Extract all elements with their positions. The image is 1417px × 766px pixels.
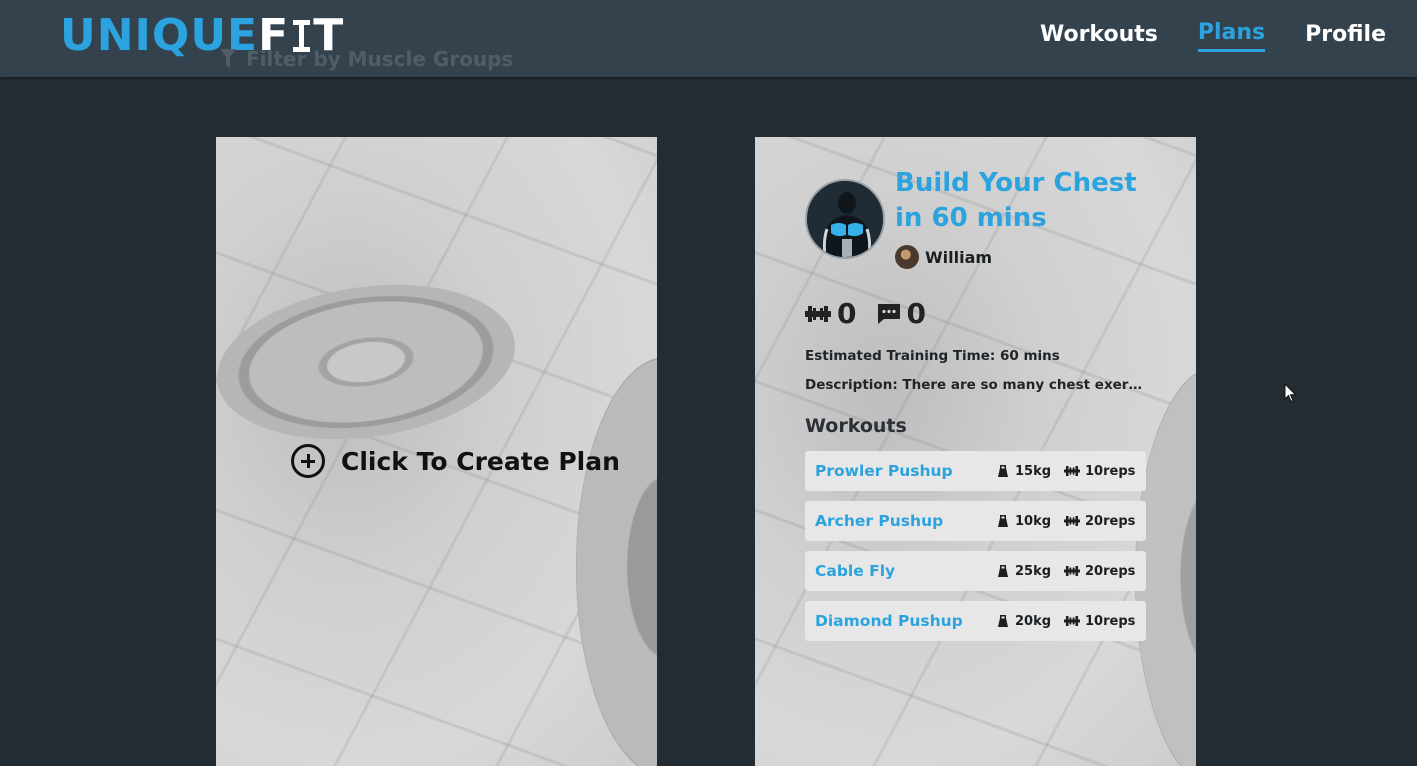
muscle-group-filter[interactable]: Filter by Muscle Groups [220, 47, 513, 71]
top-nav-bar: UNIQUE F T Workouts Plans Profile [0, 0, 1417, 77]
comment-count-stat: 0 [878, 297, 926, 330]
mouse-cursor-icon [1284, 383, 1297, 403]
dumbbell-icon [1064, 516, 1080, 526]
comment-icon [878, 303, 901, 324]
plan-description: Description: There are so many chest exe… [805, 377, 1143, 393]
workout-row[interactable]: Archer Pushup 10kg 20reps [805, 501, 1146, 541]
create-plan-label: Click To Create Plan [341, 446, 620, 476]
avatar [895, 245, 919, 269]
plan-title[interactable]: Build Your Chest in 60 mins [895, 166, 1155, 236]
workout-list: Prowler Pushup 15kg 10reps Archer Pushup… [805, 451, 1146, 651]
workout-row[interactable]: Prowler Pushup 15kg 10reps [805, 451, 1146, 491]
estimated-training-time: Estimated Training Time: 60 mins [805, 348, 1060, 364]
workout-count: 0 [837, 297, 857, 330]
workouts-heading: Workouts [805, 415, 907, 437]
plus-circle-icon [291, 444, 325, 478]
workout-name[interactable]: Cable Fly [815, 562, 996, 580]
author-name: William [925, 247, 993, 267]
create-plan-button[interactable]: Click To Create Plan [291, 444, 620, 478]
workout-reps: 20reps [1085, 513, 1136, 529]
plan-author[interactable]: William [895, 245, 992, 269]
dumbbell-icon [805, 305, 831, 322]
workout-row[interactable]: Cable Fly 25kg 20reps [805, 551, 1146, 591]
main-nav: Workouts Plans Profile [1040, 0, 1386, 77]
workout-weight: 20kg [1015, 613, 1052, 629]
weight-plate-image [576, 357, 657, 766]
workout-reps: 10reps [1085, 613, 1136, 629]
plan-stats: 0 0 [805, 297, 926, 330]
workout-weight: 10kg [1015, 513, 1052, 529]
plan-card[interactable]: Build Your Chest in 60 mins William 0 0 [755, 137, 1196, 766]
chest-muscle-thumbnail [805, 179, 885, 259]
kettlebell-icon [998, 565, 1008, 577]
workout-weight: 25kg [1015, 563, 1052, 579]
kettlebell-icon [998, 615, 1008, 627]
nav-workouts[interactable]: Workouts [1040, 22, 1158, 51]
nav-profile[interactable]: Profile [1305, 22, 1386, 51]
workout-reps: 20reps [1085, 563, 1136, 579]
workout-name[interactable]: Diamond Pushup [815, 612, 996, 630]
dumbbell-icon [1064, 466, 1080, 476]
weight-plate-image [216, 266, 525, 458]
kettlebell-icon [998, 515, 1008, 527]
funnel-icon [220, 49, 236, 69]
comment-count: 0 [906, 297, 926, 330]
kettlebell-icon [998, 465, 1008, 477]
workout-reps: 10reps [1085, 463, 1136, 479]
dumbbell-icon [1064, 566, 1080, 576]
create-plan-card[interactable]: Click To Create Plan [216, 137, 657, 766]
dumbbell-icon [1064, 616, 1080, 626]
workout-row[interactable]: Diamond Pushup 20kg 10reps [805, 601, 1146, 641]
workout-weight: 15kg [1015, 463, 1052, 479]
filter-label: Filter by Muscle Groups [246, 47, 514, 71]
workout-name[interactable]: Prowler Pushup [815, 462, 996, 480]
workout-name[interactable]: Archer Pushup [815, 512, 996, 530]
nav-plans[interactable]: Plans [1197, 20, 1266, 52]
workout-count-stat: 0 [805, 297, 856, 330]
